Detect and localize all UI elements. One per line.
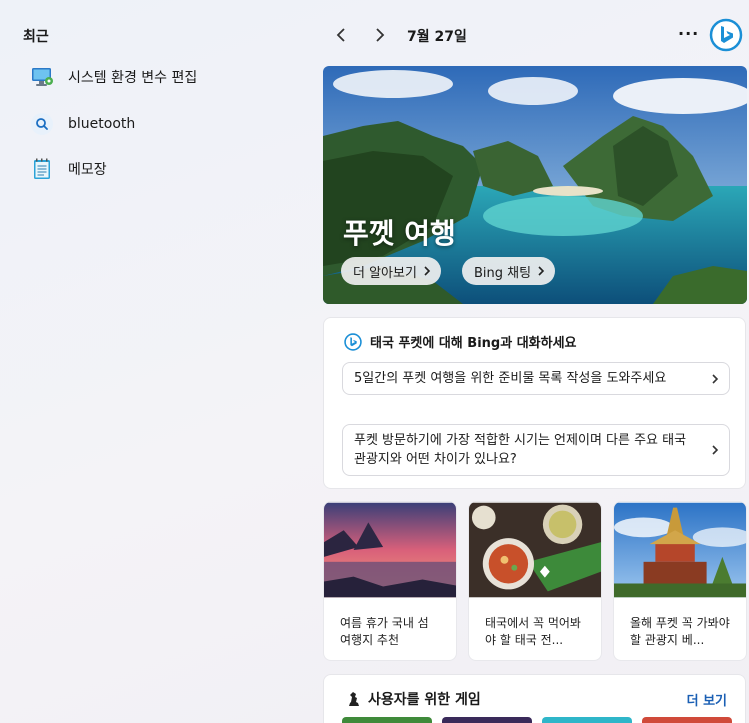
notepad-icon xyxy=(30,157,54,181)
bing-chat-button[interactable]: Bing 채팅 xyxy=(462,257,556,285)
news-card-3[interactable]: 올해 푸켓 꼭 가봐야 할 관광지 베... xyxy=(613,501,747,661)
games-title: 사용자를 위한 게임 xyxy=(368,692,481,708)
chat-suggestion-2[interactable]: 푸켓 방문하기에 가장 적합한 시기는 언제이며 다른 주요 태국 관광지와 어… xyxy=(342,424,730,476)
games-card: 사용자를 위한 게임 더 보기 xyxy=(323,674,746,723)
game-thumbnail[interactable] xyxy=(542,717,632,723)
bing-chat-card: 태국 푸켓에 대해 Bing과 대화하세요 5일간의 푸켓 여행을 위한 준비물… xyxy=(323,317,746,489)
game-thumbnail[interactable] xyxy=(442,717,532,723)
news-image-sunset xyxy=(324,502,456,598)
chevron-right-icon xyxy=(712,445,719,455)
game-thumbnails xyxy=(342,717,732,723)
more-options-button[interactable]: ··· xyxy=(678,24,699,43)
recent-item-label: 시스템 환경 변수 편집 xyxy=(68,70,198,86)
chat-card-header: 태국 푸켓에 대해 Bing과 대화하세요 xyxy=(344,332,577,351)
hero-banner[interactable]: 푸껫 여행 더 알아보기 Bing 채팅 xyxy=(323,66,747,304)
recent-item-env-vars[interactable]: 시스템 환경 변수 편집 xyxy=(30,60,290,94)
game-thumbnail[interactable] xyxy=(342,717,432,723)
news-caption: 여름 휴가 국내 섬 여행지 추천 xyxy=(340,616,429,647)
news-caption: 올해 푸켓 꼭 가봐야 할 관광지 베... xyxy=(630,616,730,647)
chat-suggestion-text: 푸켓 방문하기에 가장 적합한 시기는 언제이며 다른 주요 태국 관광지와 어… xyxy=(354,433,687,467)
bing-chat-label: Bing 채팅 xyxy=(474,265,532,281)
chevron-right-icon xyxy=(376,28,385,42)
chat-card-title: 태국 푸켓에 대해 Bing과 대화하세요 xyxy=(370,336,577,351)
hero-title: 푸껫 여행 xyxy=(343,217,456,250)
monitor-settings-icon xyxy=(30,65,54,89)
recent-title: 최근 xyxy=(23,29,49,45)
news-card-1[interactable]: 여름 휴가 국내 섬 여행지 추천 xyxy=(323,501,457,661)
news-card-2[interactable]: 태국에서 꼭 먹어봐야 할 태국 전... xyxy=(468,501,602,661)
news-caption: 태국에서 꼭 먹어봐야 할 태국 전... xyxy=(485,616,581,647)
recent-item-label: 메모장 xyxy=(68,162,107,178)
learn-more-button[interactable]: 더 알아보기 xyxy=(341,257,441,285)
next-button[interactable] xyxy=(369,24,391,46)
current-date: 7월 27일 xyxy=(407,29,467,45)
chat-suggestion-1[interactable]: 5일간의 푸켓 여행을 위한 준비물 목록 작성을 도와주세요 xyxy=(342,362,730,395)
games-header: 사용자를 위한 게임 xyxy=(346,689,481,709)
news-image-thai-food xyxy=(469,502,601,598)
chevron-right-icon xyxy=(712,373,719,384)
learn-more-label: 더 알아보기 xyxy=(353,265,417,281)
bing-logo-button[interactable] xyxy=(709,18,743,52)
recent-item-notepad[interactable]: 메모장 xyxy=(30,152,290,186)
chat-suggestion-text: 5일간의 푸켓 여행을 위한 준비물 목록 작성을 도와주세요 xyxy=(354,371,667,386)
games-see-more-link[interactable]: 더 보기 xyxy=(687,690,727,709)
recent-item-bluetooth[interactable]: bluetooth xyxy=(30,107,290,141)
news-image-temple xyxy=(614,502,746,598)
chevron-right-icon xyxy=(538,266,545,276)
chess-piece-icon xyxy=(349,692,359,706)
bing-icon xyxy=(344,332,362,351)
game-thumbnail[interactable] xyxy=(642,717,732,723)
chevron-left-icon xyxy=(336,28,345,42)
search-icon xyxy=(30,112,54,136)
chevron-right-icon xyxy=(424,266,431,276)
recent-item-label: bluetooth xyxy=(68,116,136,132)
bing-icon xyxy=(709,18,743,52)
prev-button[interactable] xyxy=(330,24,352,46)
